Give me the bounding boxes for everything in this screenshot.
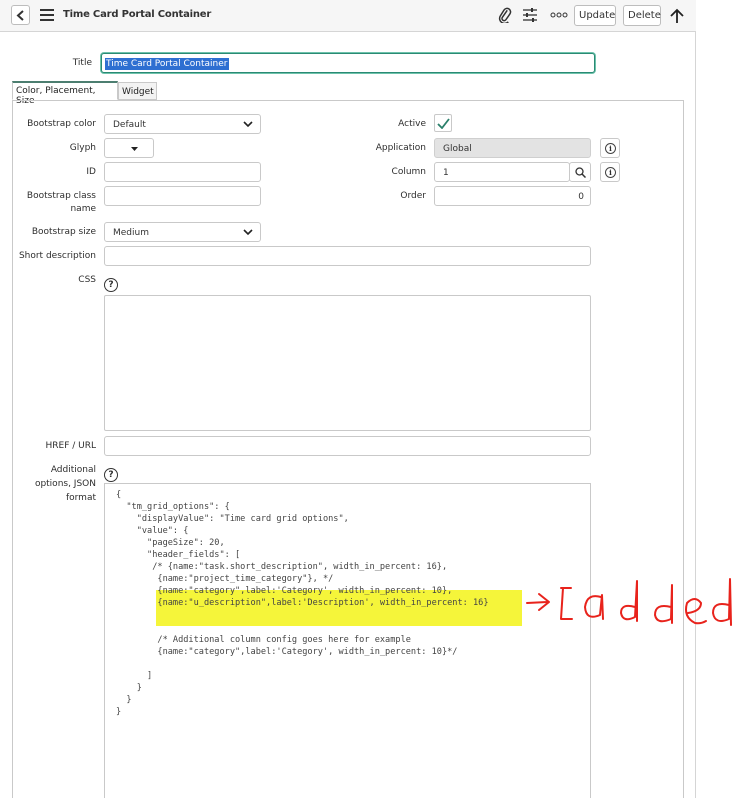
additional-options-label: Additional options, JSON format [14,463,96,505]
paperclip-icon[interactable] [497,7,512,23]
bootstrap-class-name-input[interactable] [104,186,261,206]
checkmark-icon [437,118,450,129]
additional-options-label-line3: format [65,493,96,503]
code-line: { [116,490,122,500]
annotation-letter-d [620,580,638,622]
code-line: /* {name:"task.short_description", width… [116,562,448,573]
annotation-bracket [560,587,573,620]
bootstrap-color-select[interactable]: Default [104,114,261,134]
caret-down-icon [131,147,138,151]
update-button[interactable]: Update [574,5,616,26]
column-info-button[interactable]: i [600,162,620,182]
glyph-picker[interactable] [104,138,154,158]
short-description-label: Short description [18,251,96,261]
code-line: {name:"u_description",label:'Description… [116,598,489,609]
chevron-down-icon [243,121,253,128]
title-value: Time Card Portal Container [105,58,229,70]
annotation-letter-d3 [712,578,732,626]
id-input[interactable] [104,162,261,182]
search-icon [575,167,586,178]
back-button[interactable] [11,5,30,25]
more-icon[interactable] [550,12,568,18]
page-title: Time Card Portal Container [63,9,212,20]
additional-options-label-line2: options, JSON [34,479,96,489]
title-label: Title [72,58,92,68]
menu-icon[interactable] [40,9,54,21]
application-field: Global [434,138,591,158]
column-input[interactable]: 1 [434,162,570,182]
application-value: Global [443,144,472,154]
annotation-letter-d2 [654,584,673,624]
annotation-arrow [526,593,550,611]
bootstrap-size-select[interactable]: Medium [104,222,261,242]
bootstrap-class-label-line2: name [70,204,96,214]
href-label: HREF / URL [45,441,97,451]
delete-button[interactable]: Delete [623,5,661,26]
handwritten-annotation [526,578,732,626]
code-line: /* Additional column config goes here fo… [116,634,411,645]
code-line: "pageSize": 20, [116,538,225,549]
json-options-editor[interactable]: { "tm_grid_options": { "displayValue": "… [104,483,591,798]
bootstrap-size-label: Bootstrap size [31,227,96,237]
back-icon [16,10,24,21]
id-label: ID [86,167,96,177]
code-line: "tm_grid_options": { [116,502,230,513]
application-label: Application [375,143,426,153]
help-icon[interactable]: ? [104,468,118,482]
chevron-down-icon [243,229,253,236]
column-value: 1 [443,168,449,178]
order-input[interactable]: 0 [434,186,591,206]
tab-color-placement-size[interactable]: Color, Placement, Size [12,81,118,106]
order-label: Order [400,191,426,201]
application-info-button[interactable]: i [600,138,620,158]
code-line: {name:"project_time_category"}, */ [116,574,334,585]
code-line: {name:"category",label:'Category', width… [116,586,453,597]
arrow-up-icon[interactable] [670,8,684,24]
info-icon: i [605,143,616,154]
info-icon: i [605,167,616,178]
code-line: } [116,682,142,693]
column-label: Column [391,167,426,177]
glyph-label: Glyph [69,143,96,153]
bootstrap-color-label: Bootstrap color [27,119,96,129]
tab-widget[interactable]: Widget [118,82,157,100]
active-label: Active [398,119,426,129]
code-line: "value": { [116,526,189,537]
css-textarea[interactable] [104,295,591,431]
css-label: CSS [78,275,96,285]
code-line: ] [116,670,153,681]
column-lookup-button[interactable] [569,162,591,182]
code-line: "displayValue": "Time card grid options"… [116,514,349,525]
active-checkbox[interactable] [434,114,452,132]
code-line: } [116,706,122,717]
bootstrap-class-name-label: Bootstrap class name [14,190,96,216]
bootstrap-size-value: Medium [113,228,149,238]
order-value: 0 [578,192,584,202]
bootstrap-color-value: Default [113,120,146,130]
annotation-letter-e [685,598,707,625]
code-line: {name:"category",label:'Category', width… [116,646,458,657]
annotation-letter-a [584,594,604,620]
short-description-input[interactable] [104,246,591,266]
settings-sliders-icon[interactable] [522,7,538,23]
bootstrap-class-label-line1: Bootstrap class [26,191,96,201]
form-page: Time Card Portal Container Update Delete… [0,0,696,798]
code-line: } [116,694,132,705]
href-input[interactable] [104,436,591,456]
header-bar: Time Card Portal Container Update Delete [0,0,696,32]
help-icon[interactable]: ? [104,278,118,292]
title-input[interactable]: Time Card Portal Container [101,53,595,73]
additional-options-label-line1: Additional [50,465,96,475]
code-line: "header_fields": [ [116,550,241,561]
